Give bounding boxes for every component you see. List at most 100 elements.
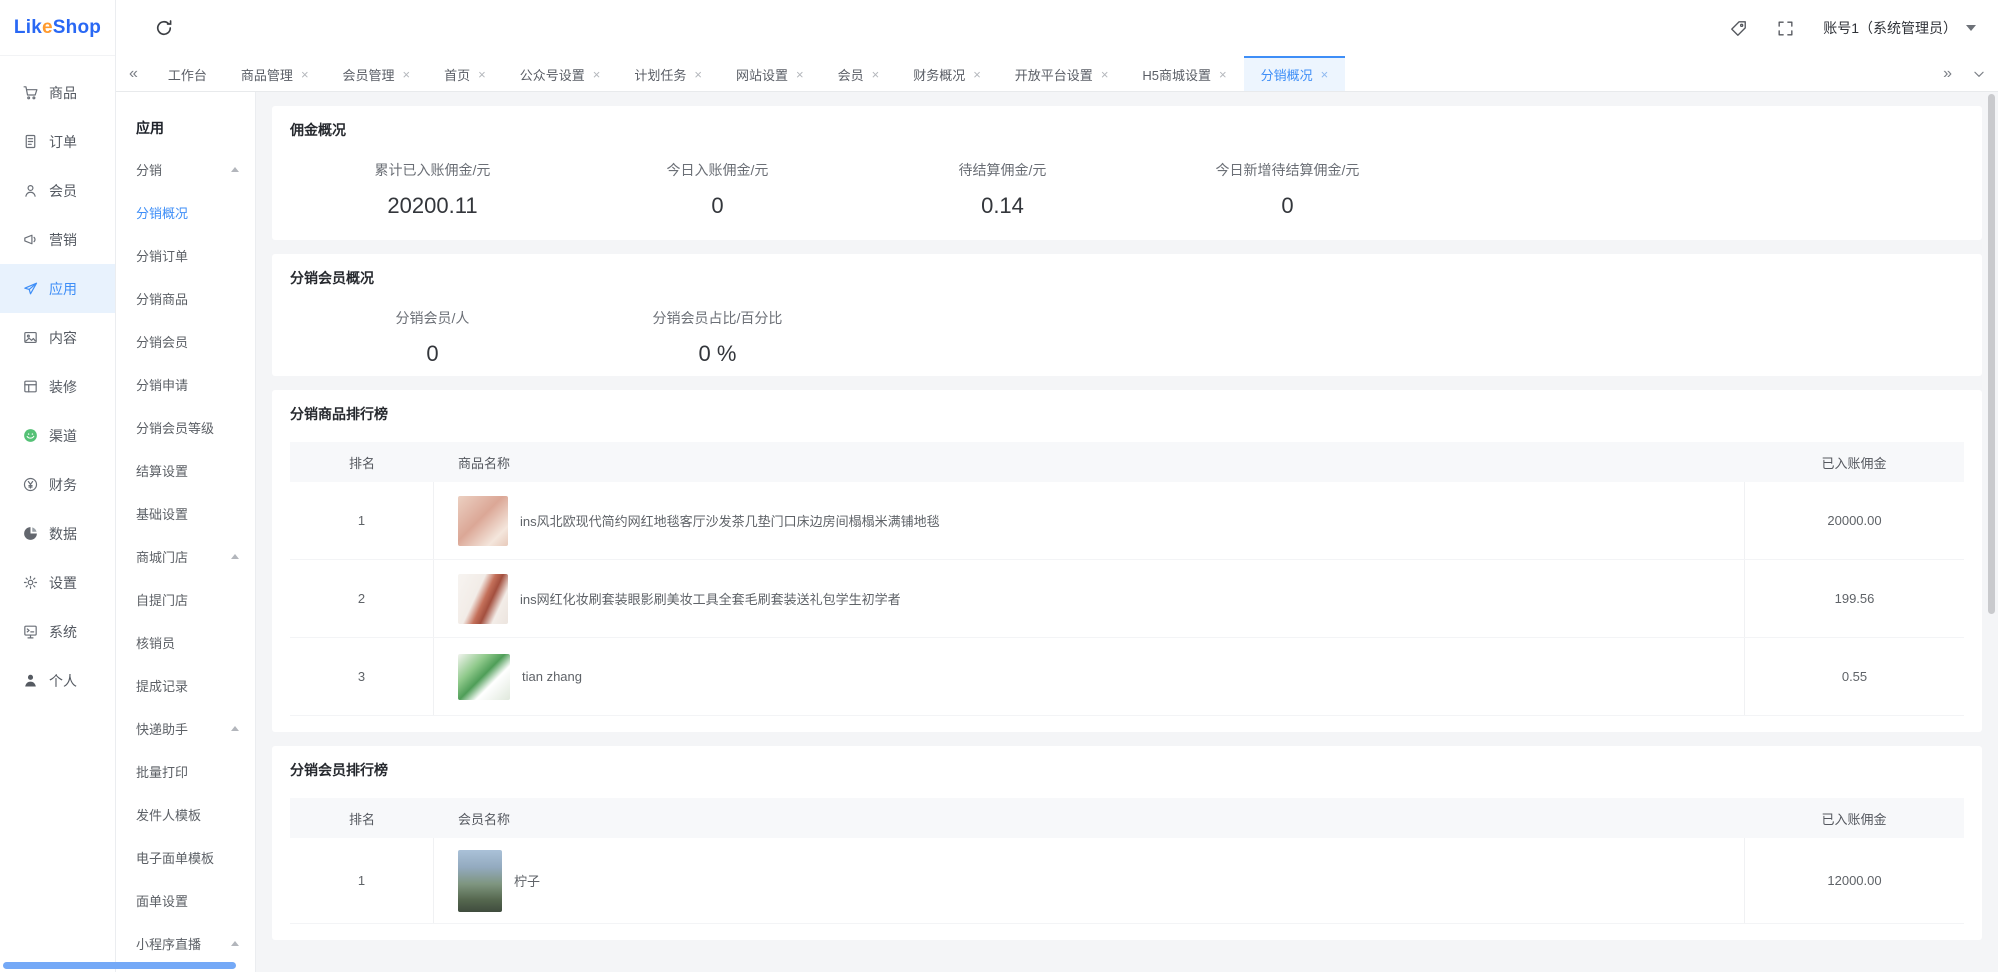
submenu-item[interactable]: 分销会员等级 — [116, 406, 255, 449]
megaphone-icon — [22, 231, 39, 248]
submenu-item[interactable]: 提成记录 — [116, 664, 255, 707]
column-header-commission: 已入账佣金 — [1744, 453, 1964, 472]
member-name: 柠子 — [514, 871, 540, 890]
tab-item[interactable]: 首页× — [427, 56, 503, 91]
rail-item-decorate[interactable]: 装修 — [0, 362, 115, 411]
double-chevron-left-icon: « — [129, 65, 138, 83]
submenu-item[interactable]: 批量打印 — [116, 750, 255, 793]
commission-value: 12000.00 — [1744, 838, 1964, 923]
tab-close-icon[interactable]: × — [403, 68, 411, 81]
rail-item-data[interactable]: 数据 — [0, 509, 115, 558]
product-thumb — [458, 574, 508, 624]
tab-close-icon[interactable]: × — [973, 68, 981, 81]
card-title: 分销会员排行榜 — [290, 760, 1964, 780]
tab-item[interactable]: 公众号设置× — [503, 56, 618, 91]
submenu-item[interactable]: 面单设置 — [116, 879, 255, 922]
refresh-button[interactable] — [154, 18, 174, 38]
stat-row: 累计已入账佣金/元 20200.11 今日入账佣金/元 0 待结算佣金/元 0.… — [290, 160, 1964, 219]
topbar: 账号1（系统管理员） — [116, 0, 1998, 56]
submenu-item[interactable]: 电子面单模板 — [116, 836, 255, 879]
commission-value: 199.56 — [1744, 560, 1964, 637]
tab-close-icon[interactable]: × — [796, 68, 804, 81]
tab-close-icon[interactable]: × — [1101, 68, 1109, 81]
column-header-commission: 已入账佣金 — [1744, 809, 1964, 828]
tab-close-icon[interactable]: × — [1321, 68, 1329, 81]
rail-item-profile[interactable]: 个人 — [0, 656, 115, 705]
member-ranking-card: 分销会员排行榜 排名 会员名称 已入账佣金 1 柠子 12000.00 — [272, 746, 1982, 940]
submenu-item[interactable]: 分销申请 — [116, 363, 255, 406]
rail-item-orders[interactable]: 订单 — [0, 117, 115, 166]
submenu-item[interactable]: 结算设置 — [116, 449, 255, 492]
product-thumb — [458, 654, 510, 700]
tab-item[interactable]: 开放平台设置× — [998, 56, 1126, 91]
tab-close-icon[interactable]: × — [694, 68, 702, 81]
vertical-scrollbar-thumb[interactable] — [1988, 94, 1995, 614]
tag-icon — [1729, 19, 1748, 38]
member-avatar — [458, 850, 502, 912]
fullscreen-icon — [1776, 19, 1795, 38]
order-list-icon — [22, 133, 39, 150]
tabs-scroll-right-button[interactable]: » — [1943, 65, 1952, 83]
tab-close-icon[interactable]: × — [593, 68, 601, 81]
sidebar-horizontal-scrollbar-thumb[interactable] — [3, 962, 236, 969]
user-icon — [22, 182, 39, 199]
tab-item[interactable]: H5商城设置× — [1125, 56, 1243, 91]
rail-item-channel[interactable]: 渠道 — [0, 411, 115, 460]
image-icon — [22, 329, 39, 346]
tag-button[interactable] — [1729, 19, 1748, 38]
account-dropdown[interactable]: 账号1（系统管理员） — [1823, 18, 1976, 38]
tab-item[interactable]: 商品管理× — [224, 56, 326, 91]
rail-item-members[interactable]: 会员 — [0, 166, 115, 215]
layout-icon — [22, 378, 39, 395]
submenu-group-distribution[interactable]: 分销 — [116, 148, 255, 191]
submenu-item[interactable]: 基础设置 — [116, 492, 255, 535]
rail-item-marketing[interactable]: 营销 — [0, 215, 115, 264]
rail-item-content[interactable]: 内容 — [0, 313, 115, 362]
tab-close-icon[interactable]: × — [872, 68, 880, 81]
fullscreen-button[interactable] — [1776, 19, 1795, 38]
submenu-item[interactable]: 自提门店 — [116, 578, 255, 621]
submenu-group-mini-live[interactable]: 小程序直播 — [116, 922, 255, 965]
tab-close-icon[interactable]: × — [478, 68, 486, 81]
card-title: 佣金概况 — [290, 120, 1964, 140]
column-header-name: 商品名称 — [434, 453, 1744, 472]
account-name: 账号1（系统管理员） — [1823, 18, 1957, 38]
refresh-icon — [154, 18, 174, 38]
wechat-channel-icon — [22, 427, 39, 444]
tab-item[interactable]: 网站设置× — [719, 56, 821, 91]
rail-item-finance[interactable]: 财务 — [0, 460, 115, 509]
collapse-caret-icon — [231, 167, 239, 172]
submenu-item[interactable]: 分销订单 — [116, 234, 255, 277]
tab-close-icon[interactable]: × — [1219, 68, 1227, 81]
tabs-strip: 工作台 商品管理× 会员管理× 首页× 公众号设置× 计划任务× 网站设置× 会… — [151, 56, 1345, 91]
stat-total-commission: 累计已入账佣金/元 20200.11 — [290, 160, 575, 219]
rail-item-goods[interactable]: 商品 — [0, 68, 115, 117]
submenu-item-distribution-overview[interactable]: 分销概况 — [116, 191, 255, 234]
table-header: 排名 会员名称 已入账佣金 — [290, 798, 1964, 838]
submenu-group-express-helper[interactable]: 快递助手 — [116, 707, 255, 750]
tab-item[interactable]: 计划任务× — [617, 56, 719, 91]
rail-item-settings[interactable]: 设置 — [0, 558, 115, 607]
submenu-panel: 应用 分销 分销概况 分销订单 分销商品 分销会员 分销申请 分销会员等级 结算… — [116, 92, 256, 972]
stat-today-commission: 今日入账佣金/元 0 — [575, 160, 860, 219]
paper-plane-icon — [22, 280, 39, 297]
tab-close-icon[interactable]: × — [301, 68, 309, 81]
tabs-scroll-left-button[interactable]: « — [116, 56, 151, 91]
tab-item-distribution-overview[interactable]: 分销概况× — [1244, 56, 1346, 91]
submenu-item[interactable]: 分销会员 — [116, 320, 255, 363]
table-header: 排名 商品名称 已入账佣金 — [290, 442, 1964, 482]
tab-item[interactable]: 工作台 — [151, 56, 224, 91]
tab-item[interactable]: 会员× — [821, 56, 897, 91]
submenu-item[interactable]: 分销商品 — [116, 277, 255, 320]
tab-item[interactable]: 会员管理× — [326, 56, 428, 91]
stat-today-pending-commission: 今日新增待结算佣金/元 0 — [1145, 160, 1430, 219]
tabs-menu-chevron-icon[interactable] — [1972, 67, 1986, 81]
submenu-item[interactable]: 发件人模板 — [116, 793, 255, 836]
tab-item[interactable]: 财务概况× — [896, 56, 998, 91]
submenu-group-store[interactable]: 商城门店 — [116, 535, 255, 578]
rail-menu: 商品 订单 会员 营销 应用 内容 — [0, 56, 115, 705]
rail-item-system[interactable]: 系统 — [0, 607, 115, 656]
card-title: 分销会员概况 — [290, 268, 1964, 288]
rail-item-apps[interactable]: 应用 — [0, 264, 115, 313]
submenu-item[interactable]: 核销员 — [116, 621, 255, 664]
